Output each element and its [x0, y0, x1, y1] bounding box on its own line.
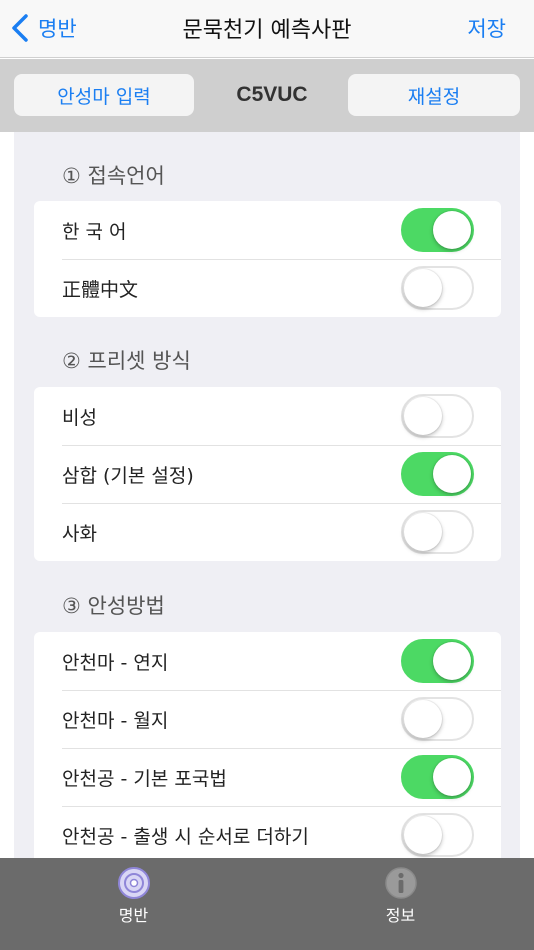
- action-bar: 안성마 입력 C5VUC 재설정: [0, 59, 534, 132]
- list-item: 안천마 - 월지: [34, 690, 501, 748]
- toggle-switch[interactable]: [401, 452, 474, 496]
- navigation-bar: 명반 문묵천기 예측사판 저장: [0, 0, 534, 58]
- list-item: 비성: [34, 387, 501, 445]
- list-item: 안천마 - 연지: [34, 632, 501, 690]
- row-label: 正體中文: [62, 278, 139, 301]
- list-item: 한 국 어: [34, 201, 501, 259]
- list-item: 사화: [34, 503, 501, 561]
- settings-list: ① 접속언어 한 국 어 正體中文 ② 프리셋 방식 비성 삼합 (기본 설정)…: [14, 132, 520, 858]
- tab-chart[interactable]: 명반: [0, 858, 267, 950]
- row-label: 한 국 어: [62, 220, 127, 243]
- list-item: 正體中文: [34, 259, 501, 317]
- input-button[interactable]: 안성마 입력: [14, 74, 194, 116]
- list-item: 안천공 - 출생 시 순서로 더하기: [34, 806, 501, 858]
- info-icon: [384, 867, 417, 899]
- section-header-language: ① 접속언어: [62, 164, 165, 188]
- row-label: 사화: [62, 522, 97, 545]
- tab-bar: 명반 정보: [0, 858, 534, 950]
- chevron-left-icon: [12, 14, 28, 42]
- page-title: 문묵천기 예측사판: [182, 18, 352, 43]
- toggle-knob: [404, 397, 442, 435]
- back-button-label: 명반: [38, 17, 77, 41]
- group-preset: 비성 삼합 (기본 설정) 사화: [34, 387, 501, 561]
- code-label: C5VUC: [236, 83, 308, 106]
- toggle-knob: [433, 642, 471, 680]
- row-label: 삼합 (기본 설정): [62, 464, 194, 487]
- tab-info[interactable]: 정보: [267, 858, 534, 950]
- row-label: 안천공 - 기본 포국법: [62, 767, 227, 790]
- group-method: 안천마 - 연지 안천마 - 월지 안천공 - 기본 포국법 안천공 - 출생 …: [34, 632, 501, 858]
- toggle-knob: [404, 513, 442, 551]
- toggle-switch[interactable]: [401, 697, 474, 741]
- save-button[interactable]: 저장: [467, 13, 506, 43]
- toggle-knob: [404, 816, 442, 854]
- row-label: 안천마 - 연지: [62, 651, 169, 674]
- toggle-knob: [433, 455, 471, 493]
- list-item: 안천공 - 기본 포국법: [34, 748, 501, 806]
- toggle-knob: [433, 758, 471, 796]
- toggle-switch[interactable]: [401, 639, 474, 683]
- toggle-knob: [404, 269, 442, 307]
- list-item: 삼합 (기본 설정): [34, 445, 501, 503]
- toggle-switch[interactable]: [401, 510, 474, 554]
- back-button[interactable]: 명반: [10, 10, 77, 46]
- tab-label: 명반: [118, 906, 149, 925]
- toggle-switch[interactable]: [401, 394, 474, 438]
- row-label: 안천공 - 출생 시 순서로 더하기: [62, 825, 309, 848]
- group-language: 한 국 어 正體中文: [34, 201, 501, 317]
- toggle-knob: [433, 211, 471, 249]
- tab-label: 정보: [385, 906, 416, 925]
- section-header-preset: ② 프리셋 방식: [62, 349, 191, 373]
- section-header-method: ③ 안성방법: [62, 594, 165, 618]
- toggle-switch[interactable]: [401, 266, 474, 310]
- toggle-knob: [404, 700, 442, 738]
- reset-button[interactable]: 재설정: [348, 74, 520, 116]
- toggle-switch[interactable]: [401, 208, 474, 252]
- disc-icon: [117, 867, 150, 899]
- toggle-switch[interactable]: [401, 813, 474, 857]
- row-label: 안천마 - 월지: [62, 709, 169, 732]
- row-label: 비성: [62, 406, 97, 429]
- toggle-switch[interactable]: [401, 755, 474, 799]
